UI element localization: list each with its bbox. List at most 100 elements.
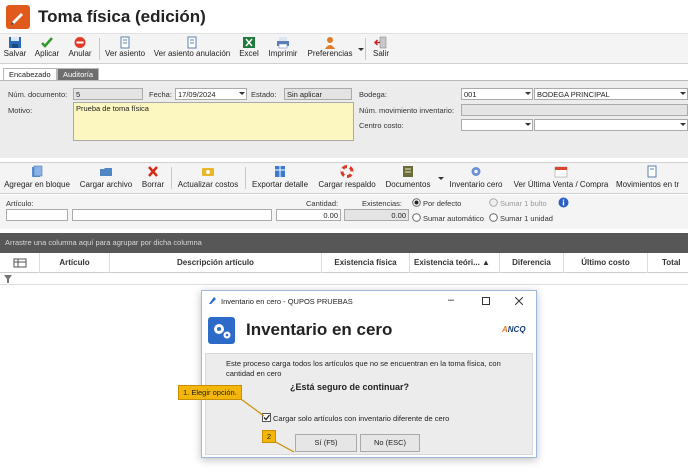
document-icon: [120, 36, 130, 49]
gear-icon: [471, 167, 481, 176]
add-documents-icon: [32, 165, 43, 177]
reason-textarea[interactable]: Prueba de toma física: [73, 102, 354, 141]
filter-icon[interactable]: [4, 275, 12, 283]
toolbar-divider: [365, 38, 366, 60]
article-description-input[interactable]: [72, 209, 272, 221]
documents-dropdown-icon[interactable]: [438, 177, 444, 180]
doc-number-label: Núm. documento:: [8, 90, 68, 99]
company-logo: ANCQ: [502, 325, 526, 334]
window-titlebar: Toma física (edición): [0, 0, 688, 34]
radio-selected-icon[interactable]: [412, 198, 421, 207]
no-button[interactable]: No (ESC): [360, 434, 420, 452]
add-batch-button[interactable]: Agregar en bloque: [2, 165, 72, 193]
tutorial-callout-step2: 2: [262, 430, 276, 443]
column-header[interactable]: Último costo: [564, 253, 648, 273]
column-header[interactable]: Diferencia: [500, 253, 564, 273]
main-toolbar: Salvar Aplicar Anular Ver asiento Ver as…: [0, 34, 688, 64]
info-icon[interactable]: [558, 197, 569, 208]
movement-number-field: [461, 104, 688, 116]
delete-button[interactable]: Borrar: [139, 165, 167, 193]
floppy-disk-icon: [9, 37, 21, 48]
dialog-message: Este proceso carga todos los artículos q…: [226, 359, 501, 378]
app-pencil-icon: [6, 5, 30, 29]
radio-auto-add-label: Sumar automático: [423, 214, 484, 223]
lifebuoy-icon: [340, 165, 354, 178]
chevron-down-icon: [680, 92, 686, 95]
radio-icon[interactable]: [489, 198, 498, 207]
chevron-down-icon: [239, 92, 245, 95]
printer-icon: [277, 37, 289, 49]
sort-ascending-icon: ▲: [482, 258, 490, 267]
maximize-icon[interactable]: [482, 297, 490, 305]
column-header[interactable]: Existencia física: [322, 253, 410, 273]
column-chooser[interactable]: [0, 253, 40, 273]
preferences-button[interactable]: Preferencias: [305, 36, 355, 62]
apply-button[interactable]: Aplicar: [32, 36, 62, 62]
quantity-input[interactable]: 0.00: [276, 209, 341, 221]
tab-header[interactable]: Encabezado: [3, 68, 57, 80]
update-costs-button[interactable]: Actualizar costos: [174, 165, 242, 193]
checkmark-icon: [41, 37, 53, 48]
money-icon: [202, 168, 214, 176]
radio-icon[interactable]: [412, 213, 421, 222]
excel-button[interactable]: Excel: [236, 36, 262, 62]
window-title: Toma física (edición): [38, 7, 206, 26]
filter-row[interactable]: [0, 273, 688, 285]
close-icon[interactable]: [515, 297, 523, 305]
article-label: Artículo:: [6, 199, 34, 208]
cost-center-label: Centro costo:: [359, 121, 404, 130]
last-sale-purchase-button[interactable]: Ver Última Venta / Compra: [509, 165, 613, 193]
doc-number-field[interactable]: 5: [73, 88, 143, 100]
preferences-dropdown-icon[interactable]: [358, 48, 364, 51]
tab-audit[interactable]: Auditoría: [57, 68, 99, 80]
view-entry-button[interactable]: Ver asiento: [103, 36, 147, 62]
column-header[interactable]: Artículo: [40, 253, 110, 273]
minimize-icon[interactable]: –: [448, 294, 454, 306]
date-field[interactable]: 17/09/2024: [175, 88, 247, 100]
print-button[interactable]: Imprimir: [265, 36, 301, 62]
column-header[interactable]: Existencia teóri... ▲: [410, 253, 500, 273]
warehouse-code-select[interactable]: 001: [461, 88, 533, 100]
detail-toolbar: Agregar en bloque Cargar archivo Borrar …: [0, 162, 688, 194]
load-file-button[interactable]: Cargar archivo: [78, 165, 134, 193]
checkbox-label[interactable]: Cargar solo artículos con inventario dif…: [273, 414, 449, 423]
gear-icon: [208, 317, 235, 344]
cost-center-code-select[interactable]: [461, 119, 533, 131]
app-icon: [209, 297, 216, 304]
document-icon: [647, 165, 657, 178]
yes-button[interactable]: Sí (F5): [295, 434, 357, 452]
save-button[interactable]: Salvar: [2, 36, 28, 62]
grid-header: Artículo Descripción artículo Existencia…: [0, 253, 688, 273]
warehouse-label: Bodega:: [359, 90, 387, 99]
reason-label: Motivo:: [8, 106, 33, 115]
cost-center-name-select[interactable]: [534, 119, 688, 131]
zero-inventory-button[interactable]: Inventario cero: [446, 165, 506, 193]
dialog-titlebar: Inventario en cero - QUPOS PRUEBAS –: [202, 291, 536, 311]
dialog-title: Inventario en cero - QUPOS PRUEBAS: [221, 297, 353, 306]
chevron-down-icon: [680, 123, 686, 126]
tutorial-callout-step1: 1. Elegir opción.: [178, 385, 242, 400]
void-button[interactable]: Anular: [66, 36, 94, 62]
exit-door-icon: [374, 36, 387, 49]
toolbar-divider: [245, 167, 246, 189]
export-detail-button[interactable]: Exportar detalle: [248, 165, 312, 193]
radio-icon[interactable]: [489, 213, 498, 222]
column-header[interactable]: Descripción artículo: [110, 253, 322, 273]
movements-button[interactable]: Movimientos en tr: [616, 165, 688, 193]
stock-field: 0.00: [344, 209, 409, 221]
date-label: Fecha:: [149, 90, 172, 99]
status-label: Estado:: [251, 90, 277, 99]
quantity-label: Cantidad:: [306, 199, 339, 208]
group-by-bar[interactable]: Arrastre una columna aquí para agrupar p…: [0, 233, 688, 253]
column-header[interactable]: Total: [648, 253, 688, 273]
warehouse-name-select[interactable]: BODEGA PRINCIPAL: [534, 88, 688, 100]
documents-stack-icon: [403, 166, 413, 177]
view-void-entry-button[interactable]: Ver asiento anulación: [150, 36, 234, 62]
zero-inventory-dialog: Inventario en cero - QUPOS PRUEBAS – Inv…: [201, 290, 537, 458]
documents-button[interactable]: Documentos: [382, 165, 434, 193]
dialog-heading: Inventario en cero: [246, 320, 393, 339]
toolbar-divider: [99, 38, 100, 60]
load-backup-button[interactable]: Cargar respaldo: [315, 165, 379, 193]
article-code-input[interactable]: [6, 209, 68, 221]
exit-button[interactable]: Salir: [369, 36, 393, 62]
